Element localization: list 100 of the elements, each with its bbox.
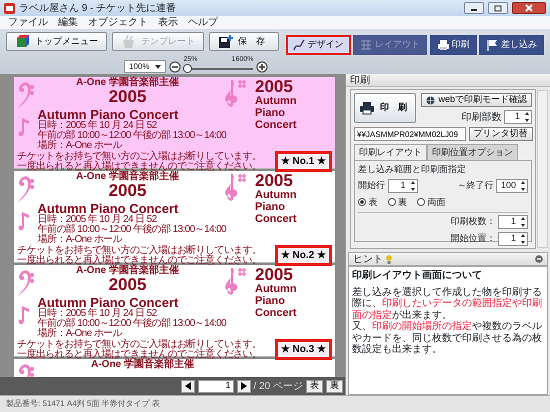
copies-spinner[interactable]: 1 <box>504 110 532 124</box>
stub-title-text: Autumn <box>255 95 297 107</box>
side-button[interactable]: 裏 <box>326 380 343 392</box>
hint-title: ヒント <box>353 252 383 266</box>
stub-title-text: Autumn <box>255 189 297 201</box>
date-text: 日時：2005 年 10 月 24 日 52 <box>38 309 157 319</box>
sheets-spinner[interactable]: 1 <box>498 215 528 229</box>
menu-item[interactable]: ヘルプ <box>188 16 218 28</box>
zoom-slider[interactable] <box>183 64 254 73</box>
stub-year-text: 2005 <box>255 78 294 95</box>
pen-stroke-icon <box>292 39 304 51</box>
panel-tab[interactable]: 印刷レイアウト <box>354 144 427 160</box>
window-title: ラベル屋さん 9 - チケット先に連番 <box>19 2 178 16</box>
concert-title: Autumn Piano Concert <box>38 296 180 309</box>
spin-arrows-icon <box>519 180 527 192</box>
hint-heading: 印刷レイアウト画面について <box>352 270 483 282</box>
slider-thumb[interactable] <box>182 64 192 73</box>
printer-field[interactable]: ¥¥JASMMPR02¥MM02LJ09 <box>354 127 466 141</box>
venue-text: 場所：A-One ホール <box>38 141 122 151</box>
minimize-button[interactable] <box>464 2 484 14</box>
zoom-in-icon[interactable] <box>256 60 268 72</box>
notice-text: チケットをお持ちで無い方のご入場はお断りしています。 <box>17 152 262 162</box>
panel-title: 印刷 <box>346 74 550 87</box>
menu-item[interactable]: ファイル <box>8 16 48 28</box>
spin-arrows-icon <box>408 180 416 192</box>
vertical-scrollbar[interactable] <box>537 90 548 248</box>
printer-icon <box>359 101 375 115</box>
stub-title-text: Piano <box>255 201 286 213</box>
printer-icon <box>436 39 448 51</box>
panel-tab[interactable]: 印刷位置オプション <box>427 144 518 160</box>
maximize-icon <box>494 4 502 12</box>
time-text: 午前の部 10:00～12:00 午後の部 13:00～14:00 <box>38 319 228 329</box>
previous-page-button[interactable] <box>180 380 195 392</box>
grid-icon <box>360 39 372 51</box>
stub-title-text: Piano <box>255 107 286 119</box>
organizer-text: A-One 学園音楽部主催 <box>76 266 179 276</box>
year-text: 2005 <box>108 182 146 199</box>
zoom-select[interactable]: 100% <box>124 60 166 73</box>
cube-icon <box>15 34 30 49</box>
menu-item[interactable]: オブジェクト <box>88 16 148 28</box>
toolbar-button[interactable]: 保 存 <box>209 32 279 51</box>
sheets-label: 印刷枚数： <box>450 215 496 228</box>
ticket-number: ★ No.1 ★ <box>274 151 332 172</box>
step-tab[interactable]: 印刷 <box>430 35 476 55</box>
date-text: 日時：2005 年 10 月 24 日 52 <box>38 121 157 131</box>
stub-title-text: Concert <box>255 307 297 319</box>
time-text: 午前の部 10:00～12:00 午後の部 13:00～14:00 <box>38 225 228 235</box>
next-icon <box>240 382 247 390</box>
hint-text: 又、印刷の開始場所の指定や複数のラベルやカードを、同じ枚数で印刷させる為の枚数設定も出来ます。 <box>352 321 543 356</box>
notice-text: チケットをお持ちで無い方のご入場はお断りしています。 <box>17 246 262 256</box>
start-row-label: 開始行 <box>358 179 385 192</box>
year-text: 2005 <box>108 88 146 105</box>
ticket-card[interactable]: A-One 学園音楽部主催 2005 Autumn Piano Concert 日時：2005 年 10 月 24 日 52 午前の部 10:00～12:00 午後の部 13:00～14:00 場所：A-One ホール 2005 Autumn Piano Concert チケットをお持ちで無い方のご入場はお断りしています。 一度出られると再入場はできませんのでご注意ください。 ★ No.3 ★ <box>14 265 335 357</box>
stub-title-text: Autumn <box>255 283 297 295</box>
menu-item[interactable]: 編集 <box>58 16 78 28</box>
app-icon <box>4 2 15 14</box>
maximize-button[interactable] <box>488 2 508 14</box>
web-check-button[interactable]: webで印刷モード確認 <box>421 93 532 107</box>
start-row-spinner[interactable]: 1 <box>388 179 418 193</box>
zoom-out-icon[interactable] <box>168 60 181 72</box>
stub-year-text: 2005 <box>255 266 294 283</box>
stub-year-text: 2005 <box>255 172 294 189</box>
status-text: 製品番号: 51471 A4判 5面 半券付タイプ 表 <box>0 395 550 412</box>
end-row-spinner[interactable]: 100 <box>496 179 528 193</box>
page-input[interactable]: 1 <box>198 380 234 392</box>
notice-text: 一度出られると再入場はできませんのでご注意ください。 <box>17 350 262 360</box>
side-radio[interactable]: 裏 <box>388 196 407 209</box>
side-radio[interactable]: 表 <box>358 196 378 209</box>
venue-text: 場所：A-One ホール <box>38 235 122 245</box>
date-text: 日時：2005 年 10 月 24 日 52 <box>38 215 157 225</box>
close-icon <box>525 4 533 12</box>
globe-icon <box>426 96 436 104</box>
toolbar-button[interactable]: トップメニュー <box>6 32 107 51</box>
ticket-card[interactable]: A-One 学園音楽部主催 <box>14 359 335 377</box>
year-text: 2005 <box>108 276 146 293</box>
side-radio[interactable]: 両面 <box>417 196 446 209</box>
spin-arrows-icon <box>519 232 527 244</box>
page-count: / 20 ページ <box>254 380 303 394</box>
spin-arrows-icon <box>523 111 531 123</box>
dropdown-caret-icon <box>155 64 162 68</box>
next-page-button[interactable] <box>236 380 251 392</box>
ticket-card[interactable]: A-One 学園音楽部主催 2005 Autumn Piano Concert 日時：2005 年 10 月 24 日 52 午前の部 10:00～12:00 午後の部 13:00～14:00 場所：A-One ホール 2005 Autumn Piano Concert チケットをお持ちで無い方のご入場はお断りしています。 一度出られると再入場はできませんのでご注意ください。 ★ No.1 ★ <box>14 77 335 169</box>
ticket-card[interactable]: A-One 学園音楽部主催 2005 Autumn Piano Concert 日時：2005 年 10 月 24 日 52 午前の部 10:00～12:00 午後の部 13:00～14:00 場所：A-One ホール 2005 Autumn Piano Concert チケットをお持ちで無い方のご入場はお断りしています。 一度出られると再入場はできませんのでご注意ください。 ★ No.2 ★ <box>14 171 335 263</box>
radio-icon <box>388 198 396 206</box>
switch-printer-button[interactable]: プリンタ切替 <box>468 127 532 141</box>
radio-icon <box>417 198 425 206</box>
step-tab[interactable]: デザイン <box>286 35 350 55</box>
venue-text: 場所：A-One ホール <box>38 329 122 339</box>
start-position-label: 開始位置： <box>450 232 496 245</box>
end-row-label: ～終了行 <box>458 179 494 192</box>
collapse-icon[interactable] <box>535 255 543 263</box>
step-tab[interactable]: 差し込み <box>479 35 544 55</box>
section-title: 差し込み範囲と印刷面指定 <box>358 163 467 176</box>
close-button[interactable] <box>512 2 546 14</box>
side-button[interactable]: 表 <box>306 380 323 392</box>
organizer-text: A-One 学園音楽部主催 <box>76 78 179 88</box>
stub-title-text: Piano <box>255 295 286 307</box>
start-position-spinner[interactable]: 1 <box>498 232 528 246</box>
menu-item[interactable]: 表示 <box>158 16 178 28</box>
print-button[interactable]: 印 刷 <box>354 93 416 123</box>
